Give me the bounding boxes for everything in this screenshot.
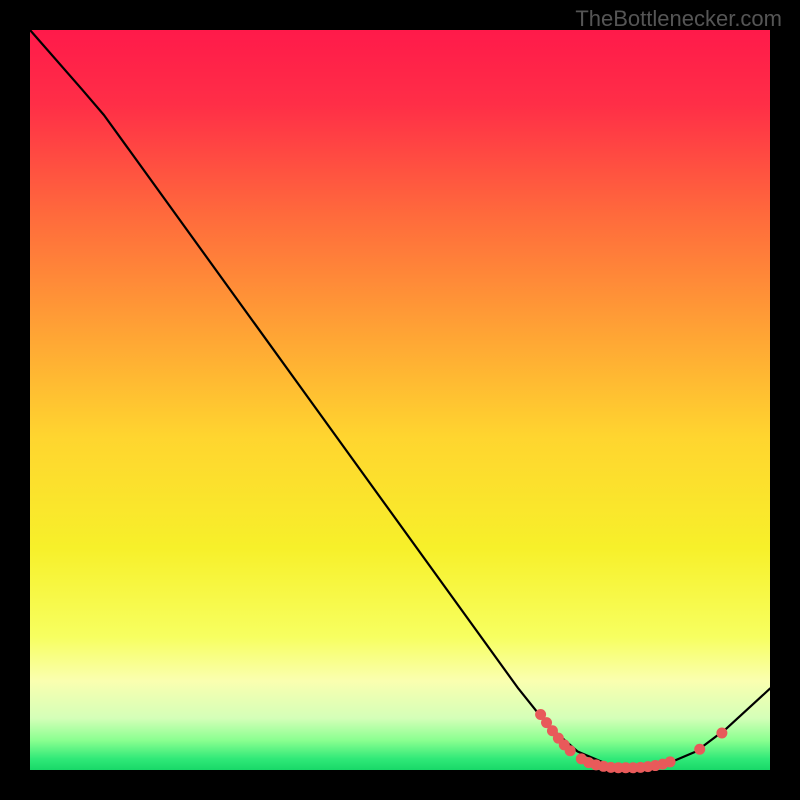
data-marker [565,745,576,756]
chart-container: TheBottlenecker.com [0,0,800,800]
data-marker [694,744,705,755]
watermark-label: TheBottlenecker.com [575,6,782,32]
data-marker [716,728,727,739]
bottleneck-chart [0,0,800,800]
data-marker [665,756,676,767]
plot-background [30,30,770,770]
